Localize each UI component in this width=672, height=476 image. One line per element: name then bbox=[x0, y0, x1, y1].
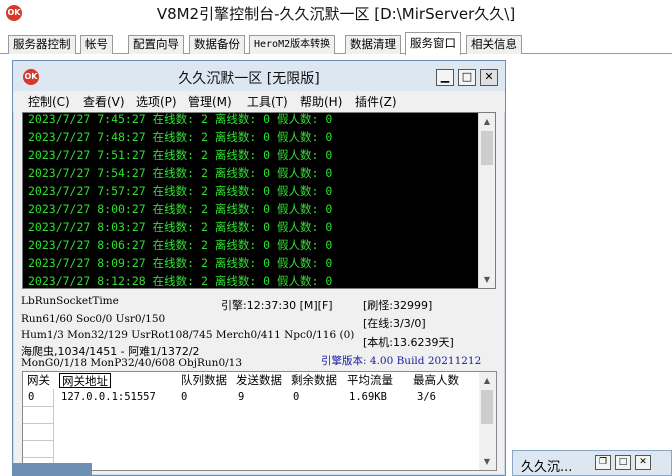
menu-bar: 控制(C) 查看(V) 选项(P) 管理(M) 工具(T) 帮助(H) 插件(Z… bbox=[13, 92, 505, 112]
menu-manage[interactable]: 管理(M) bbox=[188, 94, 232, 110]
tab-data-backup[interactable]: 数据备份 bbox=[189, 35, 245, 54]
col-queue-data[interactable]: 队列数据 bbox=[181, 373, 227, 388]
col-max-users[interactable]: 最高人数 bbox=[413, 373, 459, 388]
scroll-thumb[interactable] bbox=[481, 390, 493, 424]
col-sent-data[interactable]: 发送数据 bbox=[236, 373, 282, 388]
minimized-window[interactable]: 久久沉... ❐ □ ✕ bbox=[512, 450, 672, 476]
tab-data-cleanup[interactable]: 数据清理 bbox=[345, 35, 401, 54]
tab-config-wizard[interactable]: 配置向导 bbox=[128, 35, 184, 54]
title-bar: OK V8M2引擎控制台-久久沉默一区 [D:\MirServer久久\] bbox=[0, 0, 672, 30]
maximize-icon[interactable]: □ bbox=[615, 455, 631, 470]
close-icon[interactable]: ✕ bbox=[480, 69, 498, 86]
tab-account[interactable]: 帐号 bbox=[80, 35, 113, 54]
inner-title-bar: OK 久久沉默一区 [无限版] ▁ □ ✕ bbox=[13, 61, 505, 91]
minimized-window-strip[interactable] bbox=[12, 463, 92, 476]
col-gateway[interactable]: 网关 bbox=[27, 373, 50, 388]
cell-average: 1.69KB bbox=[349, 391, 387, 403]
inner-window-title: 久久沉默一区 [无限版] bbox=[178, 71, 320, 87]
scroll-up-icon[interactable]: ▲ bbox=[479, 113, 495, 130]
restore-icon[interactable]: ❐ bbox=[595, 455, 611, 470]
menu-tools[interactable]: 工具(T) bbox=[247, 94, 288, 110]
hum-stats: Hum1/3 Mon32/129 UsrRot108/745 Merch0/41… bbox=[21, 329, 355, 341]
online-count: [在线:3/3/0] bbox=[363, 317, 426, 330]
row-divider bbox=[23, 457, 53, 458]
col-remaining-data[interactable]: 剩余数据 bbox=[291, 373, 337, 388]
cell-sent: 9 bbox=[238, 391, 245, 403]
menu-help[interactable]: 帮助(H) bbox=[300, 94, 342, 110]
row-divider bbox=[23, 423, 53, 424]
log-line: 2023/7/27 8:00:27 在线数: 2 离线数: 0 假人数: 0 bbox=[28, 202, 333, 216]
tab-bar: 服务器控制 帐号 配置向导 数据备份 HeroM2版本转换 数据清理 服务窗口 … bbox=[0, 32, 672, 55]
machine-uptime: [本机:13.6239天] bbox=[363, 336, 454, 349]
row-divider bbox=[23, 406, 53, 407]
minimized-window-title: 久久沉... bbox=[521, 460, 573, 475]
cell-max-users: 3/6 bbox=[417, 391, 436, 403]
row-divider bbox=[23, 440, 53, 441]
maximize-icon[interactable]: □ bbox=[458, 69, 476, 86]
scroll-up-icon[interactable]: ▲ bbox=[479, 372, 495, 389]
run-socket-time: LbRunSocketTime bbox=[21, 295, 119, 307]
grid-scrollbar[interactable]: ▲ ▼ bbox=[479, 372, 496, 470]
refresh-count: [刷怪:32999] bbox=[363, 299, 433, 312]
col-gateway-address[interactable]: 网关地址 bbox=[59, 373, 111, 388]
run-stats: Run61/60 Soc0/0 Usr0/150 bbox=[21, 313, 166, 325]
log-line: 2023/7/27 7:57:27 在线数: 2 离线数: 0 假人数: 0 bbox=[28, 184, 333, 198]
log-line: 2023/7/27 7:51:27 在线数: 2 离线数: 0 假人数: 0 bbox=[28, 148, 333, 162]
log-console[interactable]: 2023/7/27 7:45:27 在线数: 2 离线数: 0 假人数: 0 2… bbox=[22, 112, 496, 289]
scroll-down-icon[interactable]: ▼ bbox=[479, 453, 495, 470]
mon-stats: MonG0/1/18 MonP32/40/608 ObjRun0/13 bbox=[21, 357, 243, 369]
engine-time: 引擎:12:37:30 [M][F] bbox=[221, 299, 333, 312]
log-line: 2023/7/27 8:06:27 在线数: 2 离线数: 0 假人数: 0 bbox=[28, 238, 333, 252]
log-line: 2023/7/27 8:03:27 在线数: 2 离线数: 0 假人数: 0 bbox=[28, 220, 333, 234]
tab-server-control[interactable]: 服务器控制 bbox=[8, 35, 76, 54]
menu-control[interactable]: 控制(C) bbox=[28, 94, 70, 110]
scroll-thumb[interactable] bbox=[481, 131, 493, 165]
log-line: 2023/7/27 7:45:27 在线数: 2 离线数: 0 假人数: 0 bbox=[28, 112, 333, 126]
log-lines: 2023/7/27 7:45:27 在线数: 2 离线数: 0 假人数: 0 2… bbox=[28, 112, 333, 288]
tab-service-window[interactable]: 服务窗口 bbox=[405, 32, 461, 55]
cell-gateway: 0 bbox=[28, 391, 35, 403]
log-scrollbar[interactable]: ▲ ▼ bbox=[478, 113, 495, 288]
tab-herom2-convert[interactable]: HeroM2版本转换 bbox=[249, 35, 336, 54]
menu-view[interactable]: 查看(V) bbox=[83, 94, 125, 110]
log-line: 2023/7/27 8:12:28 在线数: 2 离线数: 0 假人数: 0 bbox=[28, 274, 333, 288]
table-row[interactable]: 0 127.0.0.1:51557 0 9 0 1.69KB 3/6 bbox=[23, 389, 483, 406]
close-icon[interactable]: ✕ bbox=[635, 455, 651, 470]
col-average-traffic[interactable]: 平均流量 bbox=[347, 373, 393, 388]
engine-version: 引擎版本: 4.00 Build 20211212 bbox=[321, 355, 482, 367]
scroll-down-icon[interactable]: ▼ bbox=[479, 271, 495, 288]
window-title: V8M2引擎控制台-久久沉默一区 [D:\MirServer久久\] bbox=[156, 5, 516, 23]
cell-queue: 0 bbox=[181, 391, 188, 403]
cell-remaining: 0 bbox=[293, 391, 300, 403]
minimize-icon[interactable]: ▁ bbox=[436, 69, 454, 86]
tab-related-info[interactable]: 相关信息 bbox=[466, 35, 522, 54]
cell-address: 127.0.0.1:51557 bbox=[61, 391, 156, 403]
log-line: 2023/7/27 8:09:27 在线数: 2 离线数: 0 假人数: 0 bbox=[28, 256, 333, 270]
log-line: 2023/7/27 7:54:27 在线数: 2 离线数: 0 假人数: 0 bbox=[28, 166, 333, 180]
grid-header: 网关 网关地址 队列数据 发送数据 剩余数据 平均流量 最高人数 bbox=[23, 372, 483, 389]
menu-options[interactable]: 选项(P) bbox=[136, 94, 177, 110]
log-line: 2023/7/27 7:48:27 在线数: 2 离线数: 0 假人数: 0 bbox=[28, 130, 333, 144]
menu-plugins[interactable]: 插件(Z) bbox=[355, 94, 397, 110]
gateway-grid[interactable]: 网关 网关地址 队列数据 发送数据 剩余数据 平均流量 最高人数 0 127.0… bbox=[22, 371, 497, 471]
